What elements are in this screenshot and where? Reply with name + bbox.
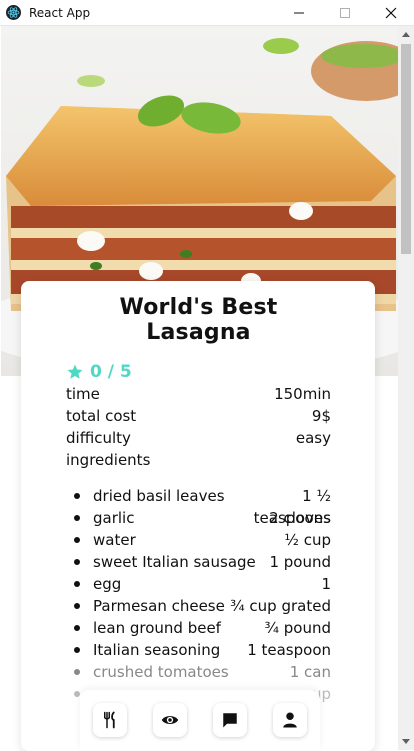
scroll-down-icon[interactable] [398, 734, 414, 750]
bottom-navigation [80, 690, 320, 750]
bullet-icon [66, 529, 93, 551]
list-item: crushed tomatoes 1 can [66, 661, 331, 683]
nav-profile-button[interactable] [273, 703, 307, 737]
window-title: React App [29, 5, 91, 20]
maximize-button[interactable] [322, 0, 368, 26]
scroll-up-icon[interactable] [398, 26, 414, 42]
maximize-icon [340, 8, 350, 18]
detail-row-difficulty: difficulty easy [66, 427, 331, 449]
nav-recipes-button[interactable] [93, 703, 127, 737]
list-item: water ½ cup [66, 529, 331, 551]
scroll-thumb[interactable] [401, 44, 411, 254]
recipe-title: World's Best Lasagna [119, 295, 278, 345]
detail-row-total-cost: total cost 9$ [66, 405, 331, 427]
rating-value: 0 / 5 [90, 362, 132, 382]
bullet-icon [66, 617, 93, 639]
bullet-icon [66, 507, 93, 529]
user-icon [283, 712, 297, 728]
list-item: lean ground beef ¾ pound [66, 617, 331, 639]
vertical-scrollbar[interactable] [398, 26, 414, 750]
nav-view-button[interactable] [153, 703, 187, 737]
bullet-icon [66, 595, 93, 617]
list-item: Parmesan cheese ¾ cup grated [66, 595, 331, 617]
recipe-card: World's Best Lasagna 0 / 5 time 150min t… [21, 281, 375, 751]
detail-label: total cost [66, 407, 137, 425]
bullet-icon [66, 573, 93, 595]
ingredients-list: dried basil leaves 1 ½ teaspoons garlic 2 … [66, 485, 331, 705]
bullet-icon [66, 551, 93, 573]
eye-icon [161, 716, 179, 724]
react-logo-icon [6, 5, 21, 20]
nav-comments-button[interactable] [213, 703, 247, 737]
detail-value: easy [295, 429, 331, 447]
list-item: egg 1 [66, 573, 331, 595]
utensils-icon [104, 711, 115, 729]
bullet-icon [66, 485, 93, 507]
list-item: sweet Italian sausage 1 pound [66, 551, 331, 573]
detail-row-time: time 150min [66, 383, 331, 405]
comment-icon [223, 713, 237, 728]
list-item: dried basil leaves 1 ½ teaspoons [66, 485, 331, 527]
list-item: Italian seasoning 1 teaspoon [66, 639, 331, 661]
close-button[interactable] [368, 0, 414, 26]
detail-value: 150min [274, 385, 331, 403]
close-icon [385, 7, 397, 19]
ingredients-heading: ingredients [66, 451, 151, 469]
detail-value: 9$ [311, 407, 331, 425]
minimize-icon [294, 12, 304, 14]
star-icon [67, 364, 83, 379]
minimize-button[interactable] [276, 0, 322, 26]
list-item: garlic 2 cloves [66, 507, 331, 529]
bullet-icon [66, 639, 93, 661]
detail-label: time [66, 385, 100, 403]
detail-label: difficulty [66, 429, 131, 447]
bullet-icon [66, 661, 93, 683]
window-titlebar: React App [0, 0, 414, 26]
rating[interactable]: 0 / 5 [66, 361, 331, 383]
